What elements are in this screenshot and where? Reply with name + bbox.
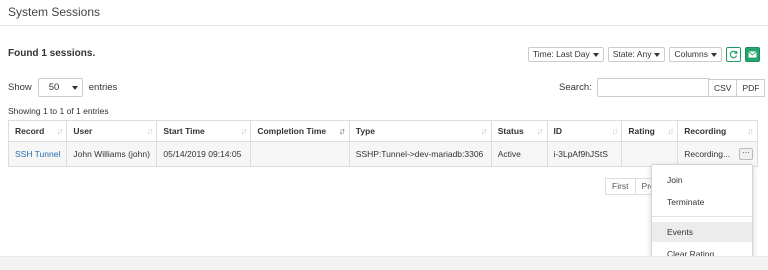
row-actions-button[interactable]: ··· [739,148,753,160]
table-info: Showing 1 to 1 of 1 entries [8,106,109,116]
refresh-button[interactable] [726,47,741,62]
page-title: System Sessions [8,5,101,19]
toolbar: Time: Last Day State: Any Columns [527,47,760,62]
column-header-status[interactable]: Status ↓↑ [490,120,548,142]
first-page-button[interactable]: First [605,178,636,195]
page-length-control: Show 50 entries [8,78,117,97]
sort-icon: ↓↑ [611,126,618,136]
menu-item-events[interactable]: Events [652,222,752,242]
sessions-table: Record ↓↑ User ↓↑ Start Time ↓↑ Completion … [7,120,758,167]
time-filter-dropdown[interactable]: Time: Last Day [527,47,604,62]
time-filter-label: Time: Last Day [532,49,590,59]
caret-down-icon [711,52,717,57]
sort-icon: ↓↑ [240,126,247,136]
state-filter-label: State: Any [612,49,652,59]
column-header-id[interactable]: ID ↓↑ [546,120,623,142]
caret-down-icon [71,85,78,90]
cell-start-time: 05/14/2019 09:14:05 [156,141,252,167]
row-actions-menu: Join Terminate Events Clear Rating [651,164,753,267]
panel-header: System Sessions [0,0,768,26]
column-header-start-time[interactable]: Start Time ↓↑ [156,120,252,142]
sort-descending-icon: ↓↑ [338,126,346,136]
cell-status: Active [490,141,548,167]
caret-down-icon [592,52,599,57]
columns-label: Columns [674,49,708,59]
cell-user: John Williams (john) [66,141,158,167]
sort-icon: ↓↑ [536,126,544,136]
search-input[interactable] [596,78,710,97]
cell-type: SSHP:Tunnel->dev-mariadb:3306 [348,141,492,167]
column-header-completion-time[interactable]: Completion Time ↓↑ [250,120,350,142]
sort-icon: ↓↑ [56,126,63,136]
sort-icon: ↓↑ [667,126,674,136]
entries-value: 50 [48,82,60,93]
column-header-recording[interactable]: Recording ↓↑ [677,120,758,142]
column-header-type[interactable]: Type ↓↑ [348,120,492,142]
csv-button[interactable]: CSV [708,79,738,97]
entries-label: entries [88,82,118,93]
columns-dropdown[interactable]: Columns [669,47,722,62]
show-label: Show [8,82,32,93]
state-filter-dropdown[interactable]: State: Any [607,47,666,62]
sort-icon: ↓↑ [480,126,488,136]
refresh-icon [729,50,738,59]
cell-id: i-3LpAf9hJStS [546,141,623,167]
pdf-button[interactable]: PDF [737,79,766,97]
column-header-record[interactable]: Record ↓↑ [7,120,68,142]
column-header-user[interactable]: User ↓↑ [66,120,158,142]
email-button[interactable] [745,47,760,62]
sessions-count: Found 1 sessions. [8,48,96,59]
sort-icon: ↓↑ [747,126,754,136]
record-link[interactable]: SSH Tunnel [15,149,60,159]
column-header-rating[interactable]: Rating ↓↑ [621,120,679,142]
export-buttons: CSV PDF [708,79,766,97]
sort-icon: ↓↑ [146,126,153,136]
table-header-row: Record ↓↑ User ↓↑ Start Time ↓↑ Completion … [7,120,758,142]
cell-record[interactable]: SSH Tunnel [7,141,68,167]
cell-completion-time [250,141,350,167]
menu-divider [652,216,752,217]
search-control: Search: [559,78,710,97]
entries-select[interactable]: 50 [37,78,83,97]
page-footer [0,256,768,270]
cell-rating [621,141,679,167]
caret-down-icon [654,52,661,57]
envelope-icon [748,51,757,58]
menu-item-join[interactable]: Join [652,170,752,190]
menu-item-terminate[interactable]: Terminate [652,192,752,212]
search-label: Search: [559,82,592,93]
table-row: SSH Tunnel John Williams (john) 05/14/20… [7,141,758,167]
